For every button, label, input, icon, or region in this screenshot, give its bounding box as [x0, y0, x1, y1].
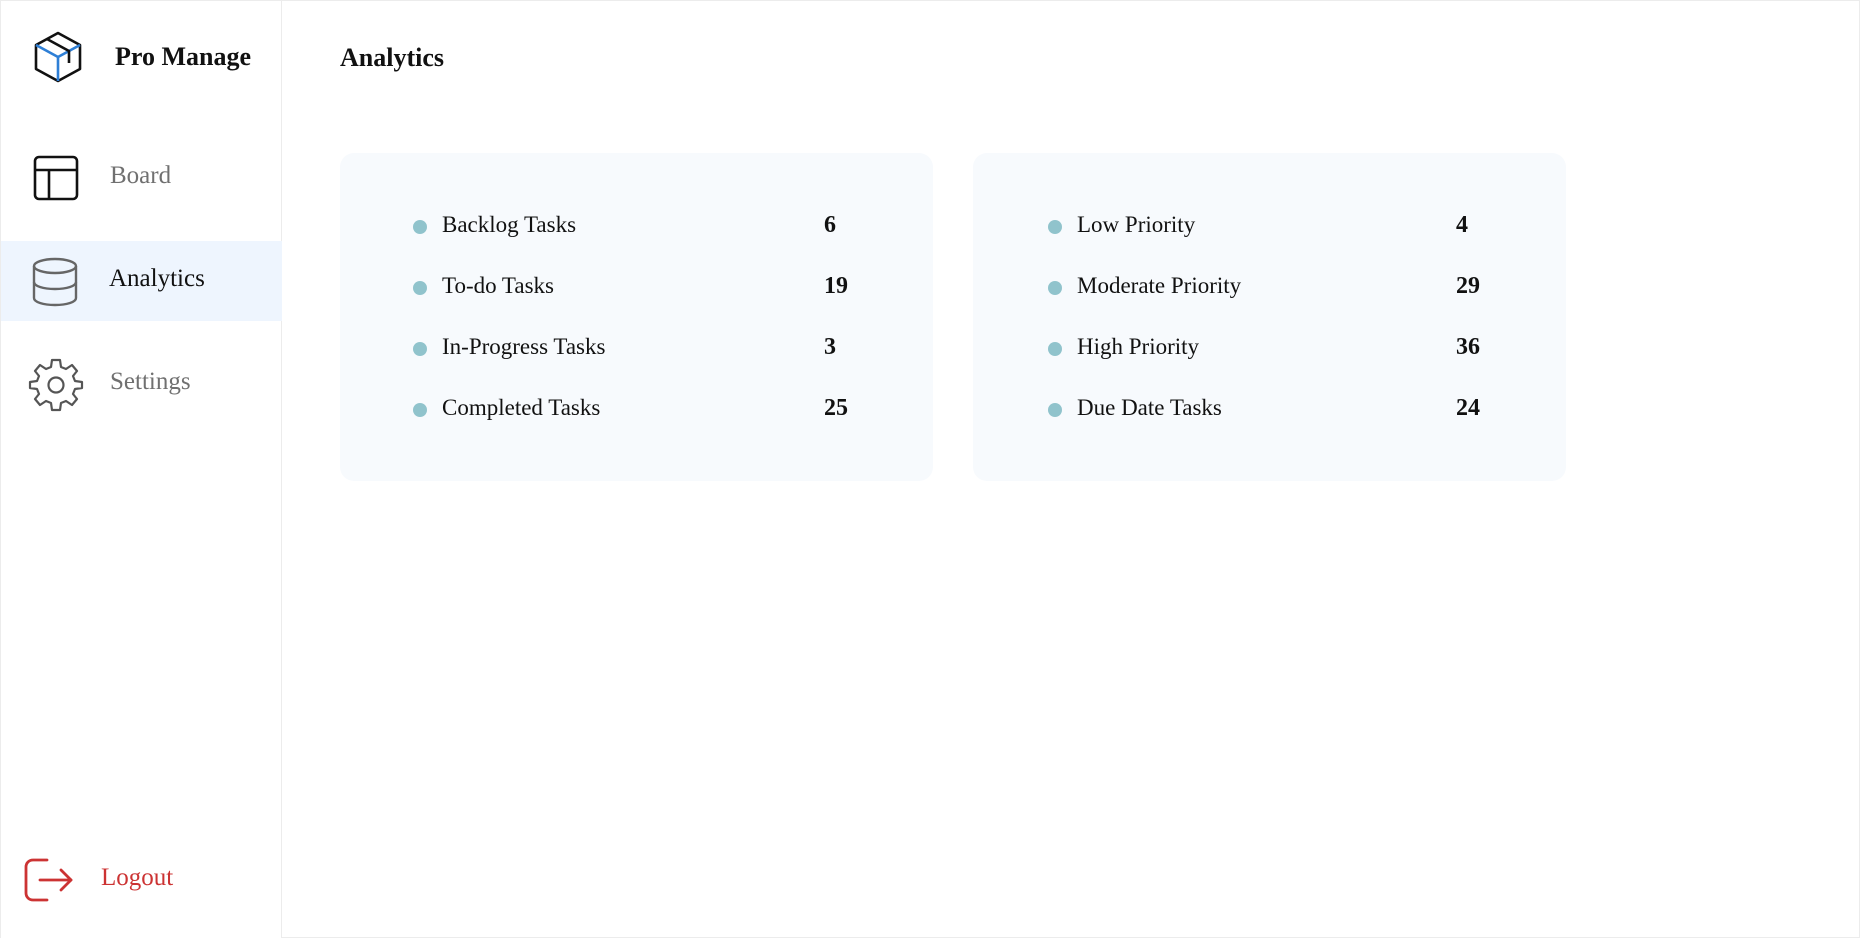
bullet-dot	[413, 281, 427, 295]
bullet-dot	[1048, 281, 1062, 295]
stat-value: 36	[1456, 334, 1480, 360]
sidebar-item-label: Analytics	[109, 265, 205, 292]
database-icon	[32, 257, 78, 307]
sidebar-item-label: Board	[110, 162, 172, 189]
stat-row: Due Date Tasks 24	[973, 391, 1566, 427]
stat-label: Completed Tasks	[442, 395, 601, 420]
stat-value: 4	[1456, 212, 1468, 238]
brand[interactable]: Pro Manage	[31, 29, 251, 85]
stat-row: High Priority 36	[973, 330, 1566, 366]
sidebar-item-board[interactable]: Board	[1, 138, 282, 218]
task-status-card: Backlog Tasks 6 To-do Tasks 19 In-Progre…	[340, 153, 933, 481]
stat-value: 29	[1456, 273, 1480, 299]
sidebar-item-label: Settings	[110, 368, 191, 395]
stat-row: In-Progress Tasks 3	[340, 330, 933, 366]
bullet-dot	[1048, 220, 1062, 234]
stat-row: Moderate Priority 29	[973, 269, 1566, 305]
stat-label: In-Progress Tasks	[442, 334, 606, 359]
page-title: Analytics	[340, 43, 444, 72]
stat-label: Backlog Tasks	[442, 212, 577, 237]
sidebar-item-settings[interactable]: Settings	[1, 344, 282, 424]
stat-label: To-do Tasks	[442, 273, 554, 298]
main-content: Analytics Backlog Tasks 6 To-do Tasks 19…	[283, 1, 1859, 938]
stat-row: Completed Tasks 25	[340, 391, 933, 427]
stat-label: Low Priority	[1077, 212, 1196, 237]
stat-label: High Priority	[1077, 334, 1200, 359]
bullet-dot	[1048, 342, 1062, 356]
stat-value: 3	[824, 334, 836, 360]
bullet-dot	[413, 220, 427, 234]
brand-name: Pro Manage	[115, 42, 251, 71]
stat-value: 6	[824, 212, 836, 238]
gear-icon	[28, 358, 84, 412]
stat-value: 24	[1456, 395, 1480, 421]
board-layout-icon	[33, 155, 79, 201]
logout-button[interactable]: Logout	[1, 839, 282, 919]
logout-icon	[24, 858, 73, 902]
bullet-dot	[413, 403, 427, 417]
cube-logo-icon	[34, 31, 82, 83]
stat-value: 25	[824, 395, 848, 421]
stat-row: Low Priority 4	[973, 208, 1566, 244]
bullet-dot	[1048, 403, 1062, 417]
bullet-dot	[413, 342, 427, 356]
app-window: Pro Manage Board Analytics Settings Logo…	[0, 0, 1860, 938]
stat-row: To-do Tasks 19	[340, 269, 933, 305]
stat-label: Due Date Tasks	[1077, 395, 1222, 420]
stat-row: Backlog Tasks 6	[340, 208, 933, 244]
stat-label: Moderate Priority	[1077, 273, 1242, 298]
stat-value: 19	[824, 273, 848, 299]
logout-label: Logout	[101, 864, 174, 891]
task-priority-card: Low Priority 4 Moderate Priority 29 High…	[973, 153, 1566, 481]
sidebar-item-analytics[interactable]: Analytics	[1, 241, 282, 321]
sidebar: Pro Manage Board Analytics Settings Logo…	[1, 1, 282, 938]
